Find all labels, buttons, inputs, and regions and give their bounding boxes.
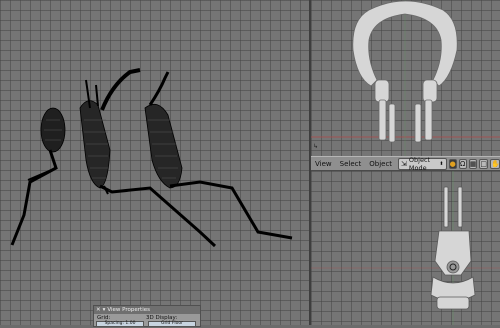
object-mode-icon: ⇲	[401, 159, 407, 168]
menu-view[interactable]: View	[311, 160, 336, 168]
panel-title: View Properties	[107, 307, 150, 313]
viewport-top[interactable]	[311, 171, 500, 325]
mode-label: Object Mode	[408, 155, 431, 172]
view-properties-panel[interactable]: ✕ ▾ View Properties Grid: 3D Display: Sp…	[93, 305, 201, 327]
layer-icon[interactable]: □	[479, 158, 488, 169]
close-icon[interactable]: ✕	[96, 307, 101, 313]
grid-floor-toggle[interactable]: Grid Floor	[148, 321, 196, 327]
viewport-front[interactable]	[311, 0, 500, 156]
menu-select[interactable]: Select	[336, 160, 366, 168]
proportional-icon[interactable]: ▦	[468, 158, 478, 169]
solid-model-front	[311, 0, 500, 156]
panel-title-bar[interactable]: ✕ ▾ View Properties	[94, 306, 200, 314]
menu-object[interactable]: Object	[365, 160, 396, 168]
panel-body: Grid: 3D Display: Spacing: 1.00 Grid Flo…	[94, 314, 200, 328]
viewport-header: View Select Object ⇲ Object Mode ⬍ ● Ω ▦…	[311, 155, 500, 172]
chevron-updown-icon: ⬍	[439, 160, 444, 167]
mode-selector[interactable]: ⇲ Object Mode ⬍	[398, 155, 447, 172]
chevron-down-icon[interactable]: ▾	[103, 307, 106, 313]
solid-model-top	[311, 171, 500, 325]
axis-indicator-icon: ↳	[313, 143, 319, 150]
pivot-icon[interactable]: Ω	[458, 158, 467, 169]
shading-solid-icon[interactable]: ●	[448, 158, 457, 169]
viewport-perspective[interactable]	[0, 0, 309, 325]
spacing-field[interactable]: Spacing: 1.00	[96, 321, 144, 327]
hand-icon[interactable]: ✋	[490, 158, 500, 169]
wireframe-scene	[10, 68, 293, 248]
